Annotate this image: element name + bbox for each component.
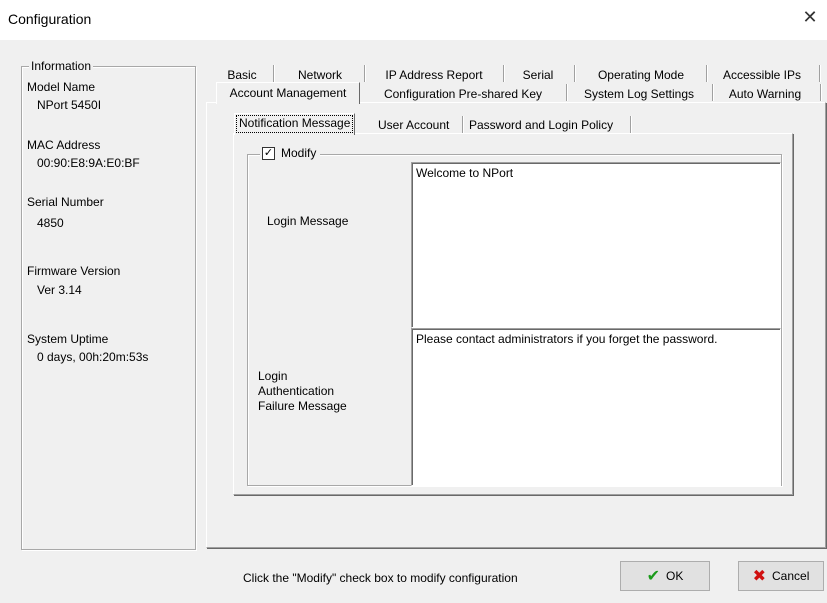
tab-account-management[interactable]: Account Management bbox=[216, 82, 360, 104]
tab-ip-address-report[interactable]: IP Address Report bbox=[366, 65, 502, 85]
firmware-version-value: Ver 3.14 bbox=[37, 283, 82, 297]
failure-label-line3: Failure Message bbox=[258, 399, 347, 413]
tab-separator bbox=[273, 65, 275, 82]
serial-number-label: Serial Number bbox=[27, 195, 104, 209]
tab-configuration-pre-shared-key[interactable]: Configuration Pre-shared Key bbox=[363, 84, 563, 104]
tab-serial[interactable]: Serial bbox=[506, 65, 570, 85]
cancel-label: Cancel bbox=[772, 569, 810, 583]
information-legend: Information bbox=[29, 59, 94, 73]
model-name-value: NPort 5450I bbox=[37, 98, 102, 112]
tab-accessible-ips[interactable]: Accessible IPs bbox=[708, 65, 816, 85]
model-name-label: Model Name bbox=[27, 80, 96, 94]
close-icon[interactable]: ✕ bbox=[801, 8, 819, 26]
failure-message-label: Login Authentication Failure Message bbox=[258, 369, 347, 414]
tab-separator bbox=[820, 84, 822, 101]
tab-separator bbox=[712, 84, 714, 101]
modify-label: Modify bbox=[281, 146, 317, 160]
tab-password-and-login-policy[interactable]: Password and Login Policy bbox=[469, 116, 613, 135]
mac-address-label: MAC Address bbox=[27, 138, 101, 152]
login-message-label: Login Message bbox=[267, 214, 349, 228]
title-bar: Configuration ✕ bbox=[0, 0, 827, 40]
failure-message-textarea[interactable]: Please contact administrators if you for… bbox=[411, 328, 781, 486]
ok-button[interactable]: ✔ OK bbox=[620, 561, 710, 591]
tab-operating-mode[interactable]: Operating Mode bbox=[577, 65, 705, 85]
x-icon: ✖ bbox=[752, 568, 767, 585]
tab-separator bbox=[574, 65, 576, 82]
cancel-button[interactable]: ✖ Cancel bbox=[738, 561, 824, 591]
system-uptime-value: 0 days, 00h:20m:53s bbox=[37, 350, 149, 364]
tab-separator bbox=[630, 116, 632, 133]
tab-notification-message[interactable]: Notification Message bbox=[234, 113, 356, 135]
failure-label-line1: Login bbox=[258, 369, 288, 383]
window-title: Configuration bbox=[8, 11, 92, 27]
serial-number-value: 4850 bbox=[37, 216, 64, 230]
system-uptime-label: System Uptime bbox=[27, 332, 109, 346]
check-icon: ✔ bbox=[646, 568, 661, 585]
modify-checkbox-row[interactable]: ✓ Modify bbox=[260, 146, 321, 160]
modify-checkbox[interactable]: ✓ bbox=[262, 146, 275, 160]
firmware-version-label: Firmware Version bbox=[27, 264, 121, 278]
tab-auto-warning[interactable]: Auto Warning bbox=[715, 84, 815, 104]
login-message-textarea[interactable]: Welcome to NPort bbox=[411, 162, 781, 328]
status-text: Click the "Modify" check box to modify c… bbox=[243, 571, 518, 585]
failure-label-line2: Authentication bbox=[258, 384, 335, 398]
ok-label: OK bbox=[666, 569, 684, 583]
tab-separator bbox=[566, 84, 568, 101]
tab-separator bbox=[462, 116, 464, 133]
tab-separator bbox=[503, 65, 505, 82]
mac-address-value: 00:90:E8:9A:E0:BF bbox=[37, 156, 140, 170]
tab-user-account[interactable]: User Account bbox=[378, 116, 449, 135]
tab-separator bbox=[819, 65, 821, 82]
tab-system-log-settings[interactable]: System Log Settings bbox=[569, 84, 709, 104]
